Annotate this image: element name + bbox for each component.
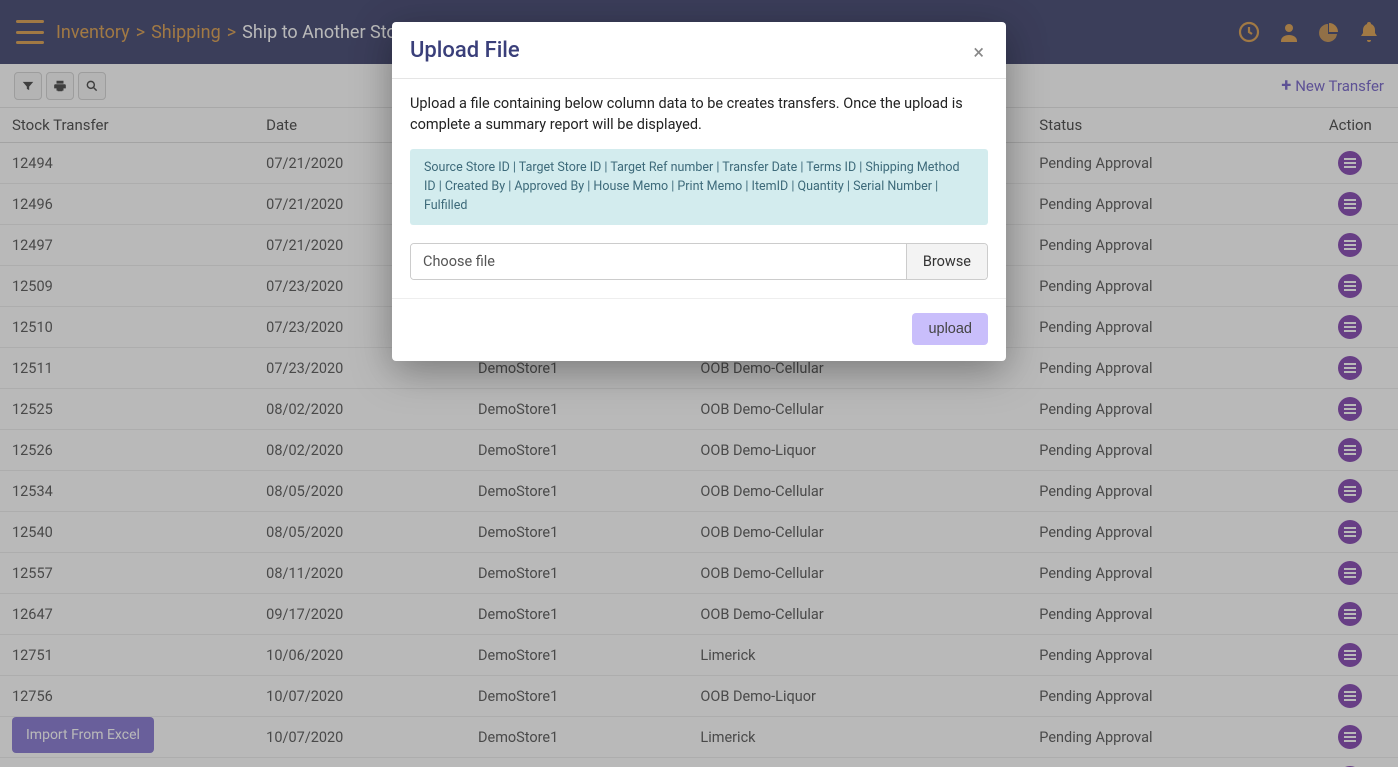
modal-description: Upload a file containing below column da… bbox=[410, 93, 988, 135]
modal-body: Upload a file containing below column da… bbox=[392, 79, 1006, 298]
file-picker[interactable]: Choose file Browse bbox=[410, 243, 988, 280]
columns-hint: Source Store ID | Target Store ID | Targ… bbox=[410, 149, 988, 225]
file-picker-label: Choose file bbox=[411, 244, 906, 279]
modal-footer: upload bbox=[392, 298, 1006, 361]
modal-title: Upload File bbox=[410, 38, 520, 63]
upload-file-modal: Upload File × Upload a file containing b… bbox=[392, 22, 1006, 361]
close-icon[interactable]: × bbox=[969, 38, 988, 66]
upload-button[interactable]: upload bbox=[912, 313, 988, 345]
modal-header: Upload File × bbox=[392, 22, 1006, 79]
browse-button[interactable]: Browse bbox=[906, 244, 987, 279]
